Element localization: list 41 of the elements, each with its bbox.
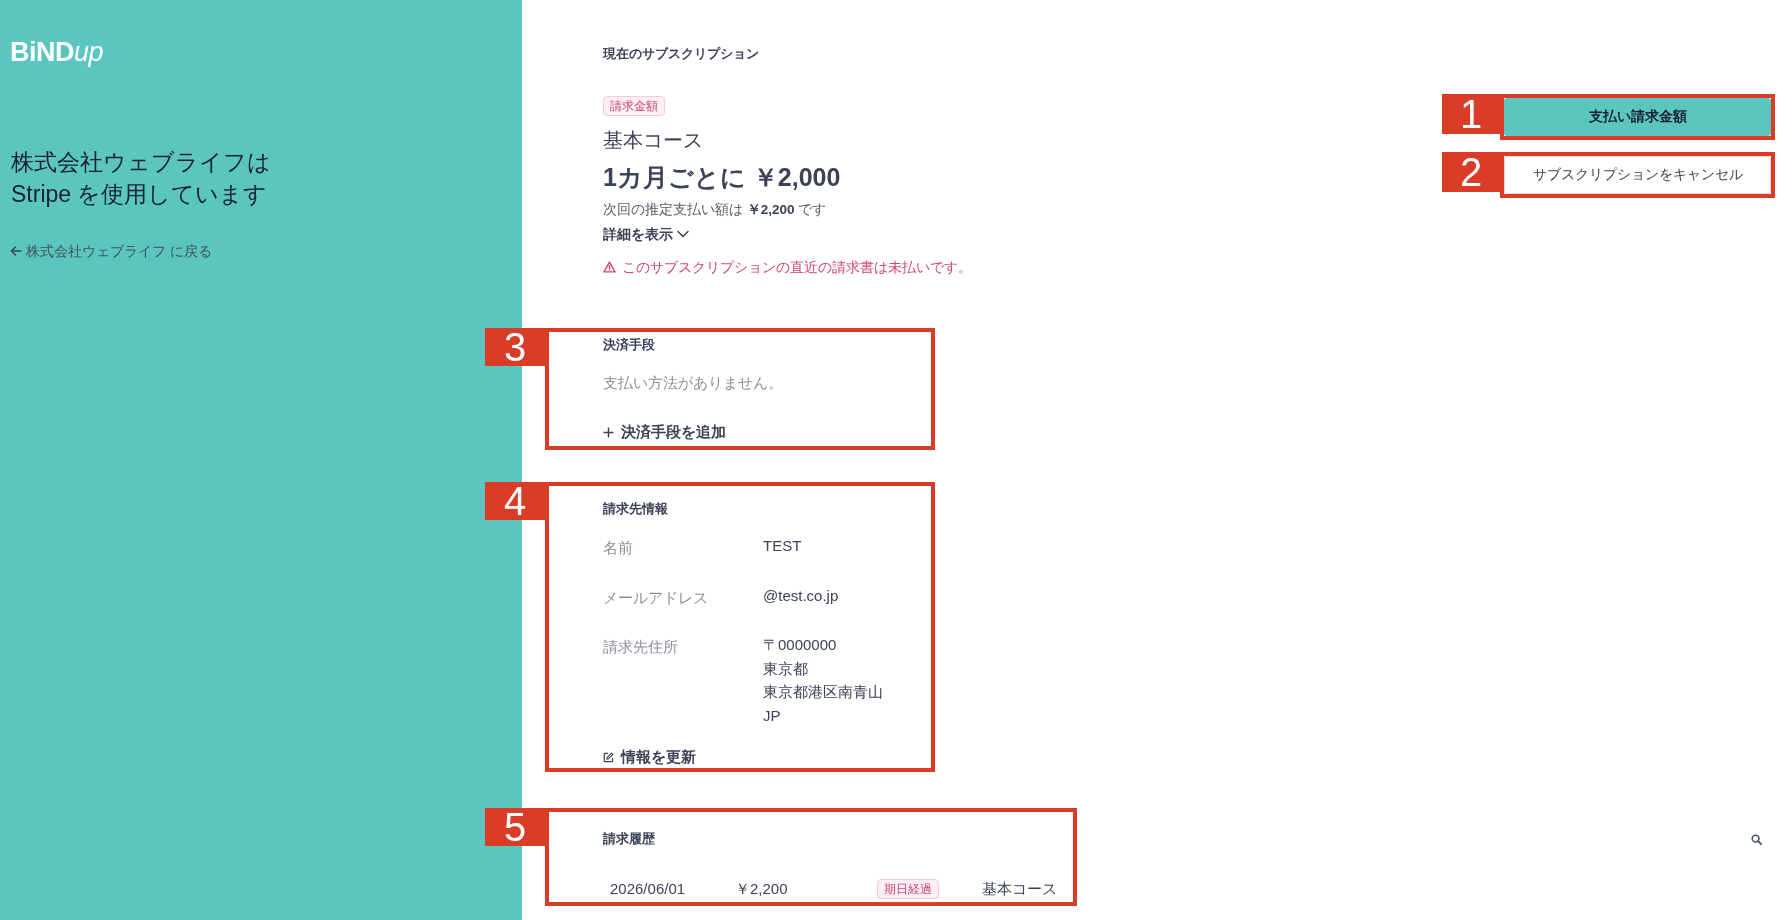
plan-name: 基本コース (603, 128, 703, 153)
section-title: 現在のサブスクリプション (603, 45, 759, 63)
status-badge: 期日経過 (877, 879, 939, 899)
invoice-amount: ￥2,200 (735, 879, 789, 899)
search-icon[interactable] (1751, 834, 1762, 845)
field-label: メールアドレス (603, 587, 709, 608)
action-button[interactable]: サブスクリプションをキャンセル (1504, 156, 1771, 194)
field-label: 名前 (603, 538, 634, 558)
field-value: JP (763, 705, 781, 726)
section-title: 請求履歴 (603, 830, 655, 848)
annotation-number: 1 (1442, 94, 1500, 134)
add-payment-link[interactable]: 決済手段を追加 (603, 421, 726, 443)
field-value: 〒0000000 (763, 635, 837, 655)
field-value: @test.co.jp (763, 585, 839, 606)
show-details-link[interactable]: 詳細を表示 (603, 224, 689, 244)
logo: BiNDup (10, 36, 104, 69)
annotation-number: 3 (485, 328, 545, 366)
invoice-date: 2026/06/01 (610, 879, 687, 899)
plus-icon (603, 426, 614, 438)
back-link[interactable]: 株式会社ウェブライフ に戻る (10, 241, 212, 261)
annotation-number: 2 (1442, 152, 1500, 192)
amount-badge: 請求金額 (603, 96, 665, 116)
section-title: 請求先情報 (603, 500, 668, 518)
field-value: TEST (763, 536, 802, 556)
field-value: 東京都 (763, 658, 808, 679)
update-info-link[interactable]: 情報を更新 (603, 746, 696, 768)
annotation-number: 5 (485, 808, 545, 846)
empty-state-text: 支払い方法がありません。 (603, 373, 783, 393)
invoice-description: 基本コース (982, 879, 1057, 899)
annotation-number: 4 (485, 482, 545, 520)
field-label: 請求先住所 (603, 637, 679, 657)
arrow-left-icon (10, 245, 22, 257)
warning-icon (603, 261, 616, 273)
field-value: 東京都港区南青山 (763, 682, 883, 702)
edit-icon (603, 751, 614, 763)
merchant-headline: 株式会社ウェブライフは Stripe を使用しています (11, 148, 271, 209)
warning-text: このサブスクリプションの直近の請求書は未払いです。 (622, 258, 972, 277)
next-payment-text: 次回の推定支払い額は ￥2,200 です (603, 201, 827, 219)
section-title: 決済手段 (603, 336, 655, 354)
plan-price: 1カ月ごとに ￥2,000 (603, 162, 841, 193)
action-button[interactable]: 支払い請求金額 (1504, 98, 1771, 136)
